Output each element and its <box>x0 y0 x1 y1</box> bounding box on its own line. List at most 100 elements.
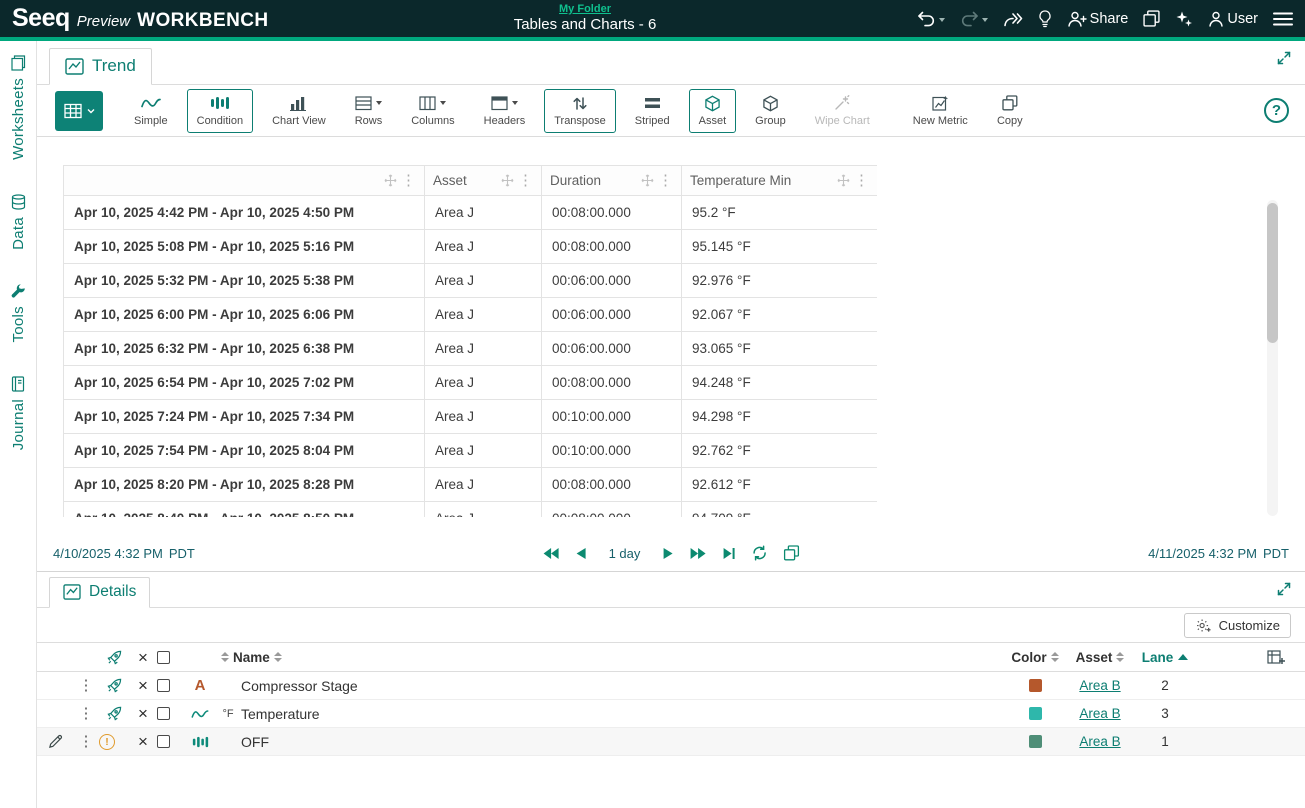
column-header-temperature-min[interactable]: Temperature Min ⋮ <box>682 166 878 196</box>
remove-all-button[interactable]: × <box>129 649 157 666</box>
simple-mode-button[interactable]: Simple <box>124 89 178 133</box>
move-column-icon[interactable] <box>641 174 654 187</box>
vertical-scrollbar[interactable] <box>1267 200 1278 516</box>
step-backward-button[interactable] <box>576 547 587 560</box>
help-button[interactable]: ? <box>1264 98 1289 123</box>
headers-dropdown-button[interactable]: Headers <box>474 89 536 133</box>
asset-button[interactable]: Asset <box>689 89 737 133</box>
select-all-checkbox[interactable] <box>157 651 170 664</box>
color-swatch[interactable] <box>1029 707 1042 720</box>
move-column-icon[interactable] <box>837 174 850 187</box>
step-forward-button[interactable] <box>662 547 673 560</box>
column-menu-button[interactable]: ⋮ <box>854 173 869 188</box>
row-menu-button[interactable]: ⋮ <box>73 734 99 749</box>
column-menu-button[interactable]: ⋮ <box>518 173 533 188</box>
copy-button[interactable]: Copy <box>987 89 1033 133</box>
redo-button[interactable] <box>960 11 988 27</box>
seeq-logo[interactable]: Seeq Preview WORKBENCH <box>12 4 268 33</box>
expand-trend-icon[interactable] <box>1276 50 1292 66</box>
duplicate-worksheet-icon[interactable] <box>1143 10 1160 27</box>
copy-range-button[interactable] <box>783 545 799 561</box>
sidebar-item-worksheets[interactable]: Worksheets <box>10 55 27 160</box>
columns-dropdown-button[interactable]: Columns <box>401 89 464 133</box>
asset-navigate-icon[interactable] <box>99 706 129 721</box>
forward-history-icon[interactable] <box>1003 11 1023 27</box>
scrollbar-thumb[interactable] <box>1267 203 1278 343</box>
tab-details[interactable]: Details <box>49 577 150 608</box>
column-header-duration[interactable]: Duration ⋮ <box>542 166 682 196</box>
hamburger-menu-icon[interactable] <box>1273 11 1293 27</box>
select-checkbox[interactable] <box>157 707 170 720</box>
fast-backward-button[interactable] <box>543 547 560 560</box>
asset-navigate-icon[interactable] <box>99 678 129 693</box>
sidebar-item-tools[interactable]: Tools <box>10 284 27 343</box>
column-header-asset[interactable]: Asset ⋮ <box>425 166 542 196</box>
add-column-icon[interactable] <box>1267 650 1285 665</box>
redo-menu-caret[interactable] <box>982 18 988 22</box>
wipe-chart-button[interactable]: Wipe Chart <box>805 89 880 133</box>
sort-icon[interactable] <box>1116 652 1124 662</box>
chart-view-button[interactable]: Chart View <box>262 89 336 133</box>
item-name[interactable]: OFF <box>241 734 1005 750</box>
breadcrumb-folder-link[interactable]: My Folder <box>514 4 657 15</box>
range-end[interactable]: 4/11/2025 4:32 PMPDT <box>1148 546 1289 561</box>
remove-item-button[interactable]: × <box>129 705 157 722</box>
table-type-dropdown-button[interactable] <box>55 91 103 131</box>
asset-column-header[interactable]: Asset <box>1065 650 1135 665</box>
duration-label[interactable]: 1 day <box>603 546 647 561</box>
cell-asset: Area J <box>425 332 542 366</box>
fast-forward-button[interactable] <box>689 547 706 560</box>
select-checkbox[interactable] <box>157 735 170 748</box>
color-column-header[interactable]: Color <box>1005 650 1065 665</box>
remove-item-button[interactable]: × <box>129 733 157 750</box>
column-label: Temperature Min <box>690 173 791 188</box>
lane-column-header[interactable]: Lane <box>1135 650 1195 665</box>
sort-icon[interactable] <box>221 652 229 662</box>
select-checkbox[interactable] <box>157 679 170 692</box>
sort-icon[interactable] <box>274 652 282 662</box>
tab-trend[interactable]: Trend <box>49 48 152 85</box>
cell-asset: Area J <box>425 434 542 468</box>
column-menu-button[interactable]: ⋮ <box>401 173 416 188</box>
row-menu-button[interactable]: ⋮ <box>73 706 99 721</box>
name-column-header[interactable]: Name <box>185 650 1005 665</box>
lightbulb-icon[interactable] <box>1038 10 1052 28</box>
user-menu-button[interactable]: User <box>1208 11 1258 27</box>
column-menu-button[interactable]: ⋮ <box>658 173 673 188</box>
item-name[interactable]: Compressor Stage <box>241 678 1005 694</box>
striped-button[interactable]: Striped <box>625 89 680 133</box>
color-swatch[interactable] <box>1029 735 1042 748</box>
warning-icon[interactable]: ! <box>99 734 115 750</box>
color-swatch[interactable] <box>1029 679 1042 692</box>
edit-pencil-icon[interactable] <box>37 734 73 749</box>
jump-to-end-button[interactable] <box>722 547 735 560</box>
transpose-button[interactable]: Transpose <box>544 89 616 133</box>
sort-icon[interactable] <box>1051 652 1059 662</box>
new-metric-button[interactable]: New Metric <box>903 89 978 133</box>
item-name[interactable]: Temperature <box>241 706 1005 722</box>
remove-item-button[interactable]: × <box>129 677 157 694</box>
asset-link[interactable]: Area B <box>1079 734 1120 749</box>
customize-button[interactable]: Customize <box>1184 613 1291 638</box>
details-panel: Details Customize <box>37 571 1305 756</box>
condition-mode-button[interactable]: Condition <box>187 89 253 133</box>
undo-button[interactable] <box>917 11 945 27</box>
rows-dropdown-button[interactable]: Rows <box>345 89 393 133</box>
expand-details-icon[interactable] <box>1276 581 1292 597</box>
sidebar-item-data[interactable]: Data <box>10 194 27 250</box>
undo-menu-caret[interactable] <box>939 18 945 22</box>
ai-assistant-icon[interactable] <box>1175 10 1193 28</box>
move-column-icon[interactable] <box>384 174 397 187</box>
dropdown-caret <box>376 101 382 105</box>
group-button[interactable]: Group <box>745 89 796 133</box>
move-column-icon[interactable] <box>501 174 514 187</box>
asset-link[interactable]: Area B <box>1079 678 1120 693</box>
sidebar-item-journal[interactable]: Journal <box>10 376 27 450</box>
auto-update-button[interactable] <box>751 545 767 561</box>
share-button[interactable]: Share <box>1067 11 1129 27</box>
asset-navigate-all-icon[interactable] <box>99 650 129 665</box>
asset-link[interactable]: Area B <box>1079 706 1120 721</box>
range-start[interactable]: 4/10/2025 4:32 PMPDT <box>53 546 195 561</box>
copy-icon <box>1002 94 1018 112</box>
row-menu-button[interactable]: ⋮ <box>73 678 99 693</box>
